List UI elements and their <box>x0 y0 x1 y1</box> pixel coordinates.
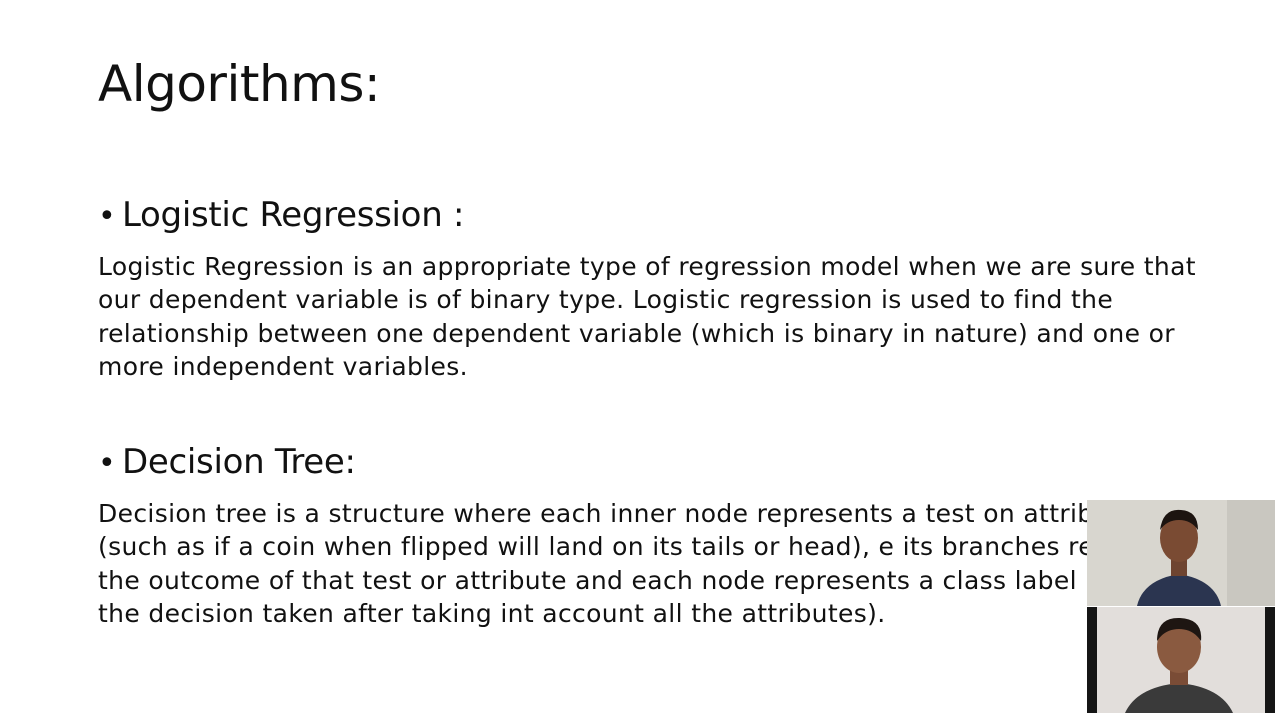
section-paragraph-logistic-regression: Logistic Regression is an appropriate ty… <box>98 252 1196 381</box>
section-paragraph-decision-tree: Decision tree is a structure where each … <box>98 499 1205 628</box>
participant-video-tile[interactable] <box>1087 607 1275 713</box>
person-avatar-icon <box>1087 607 1275 713</box>
section-heading-label: Decision Tree: <box>122 442 356 482</box>
bullet-icon: • <box>98 199 116 234</box>
bullet-icon: • <box>98 446 116 481</box>
participant-video-tile[interactable] <box>1087 500 1275 606</box>
person-avatar-icon <box>1087 500 1275 606</box>
section-heading-decision-tree: • Decision Tree: <box>98 440 356 486</box>
section-heading-logistic-regression: • Logistic Regression : <box>98 193 464 239</box>
slide-title: Algorithms: <box>98 55 381 113</box>
section-heading-label: Logistic Regression : <box>122 195 465 235</box>
